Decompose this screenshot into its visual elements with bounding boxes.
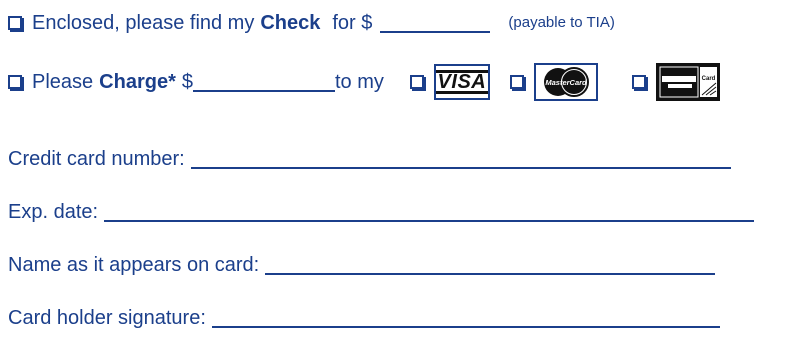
amex-logo-graphic: Card bbox=[655, 63, 720, 101]
check-method-label: Check bbox=[260, 12, 321, 34]
signature-label: Card holder signature: bbox=[8, 307, 206, 329]
name-on-card-label: Name as it appears on card: bbox=[8, 254, 260, 276]
check-prefix-text: Enclosed, please find my bbox=[32, 12, 255, 34]
check-checkbox[interactable] bbox=[8, 16, 22, 30]
name-on-card-field[interactable] bbox=[265, 255, 716, 275]
name-on-card-row: Name as it appears on card: bbox=[8, 252, 716, 278]
mastercard-logo-icon: MasterCard bbox=[533, 63, 598, 101]
card-number-row: Credit card number: bbox=[8, 146, 731, 172]
mastercard-logo-graphic: MasterCard bbox=[543, 67, 589, 97]
payment-form: Enclosed, please find my Check for $ (pa… bbox=[0, 0, 802, 337]
amex-checkbox[interactable] bbox=[631, 75, 646, 89]
exp-date-field[interactable] bbox=[104, 202, 755, 222]
visa-checkbox[interactable] bbox=[409, 75, 424, 89]
signature-row: Card holder signature: bbox=[8, 305, 720, 331]
charge-to-my-text: to my bbox=[334, 71, 384, 93]
charge-row: Please Charge* $ to my VISA MasterCard C… bbox=[8, 63, 720, 101]
exp-date-label: Exp. date: bbox=[8, 201, 99, 223]
mastercard-checkbox[interactable] bbox=[509, 75, 524, 89]
svg-text:Card: Card bbox=[702, 76, 716, 82]
check-row: Enclosed, please find my Check for $ (pa… bbox=[8, 10, 615, 36]
visa-logo-text: VISA bbox=[435, 70, 488, 94]
check-for-text: for $ bbox=[332, 12, 373, 34]
charge-currency-symbol: $ bbox=[181, 71, 193, 93]
card-number-label: Credit card number: bbox=[8, 148, 185, 170]
charge-checkbox[interactable] bbox=[8, 75, 22, 89]
amex-logo-icon: Card bbox=[655, 63, 720, 101]
charge-prefix-text: Please bbox=[32, 71, 94, 93]
charge-method-label: Charge* bbox=[99, 71, 176, 93]
charge-amount-field[interactable] bbox=[192, 72, 335, 92]
check-amount-field[interactable] bbox=[380, 13, 491, 33]
signature-field[interactable] bbox=[211, 308, 720, 328]
check-payable-note: (payable to TIA) bbox=[508, 14, 615, 31]
mastercard-logo-text: MasterCard bbox=[545, 78, 587, 87]
card-number-field[interactable] bbox=[190, 149, 731, 169]
exp-date-row: Exp. date: bbox=[8, 199, 755, 225]
visa-logo-icon: VISA bbox=[433, 64, 490, 100]
